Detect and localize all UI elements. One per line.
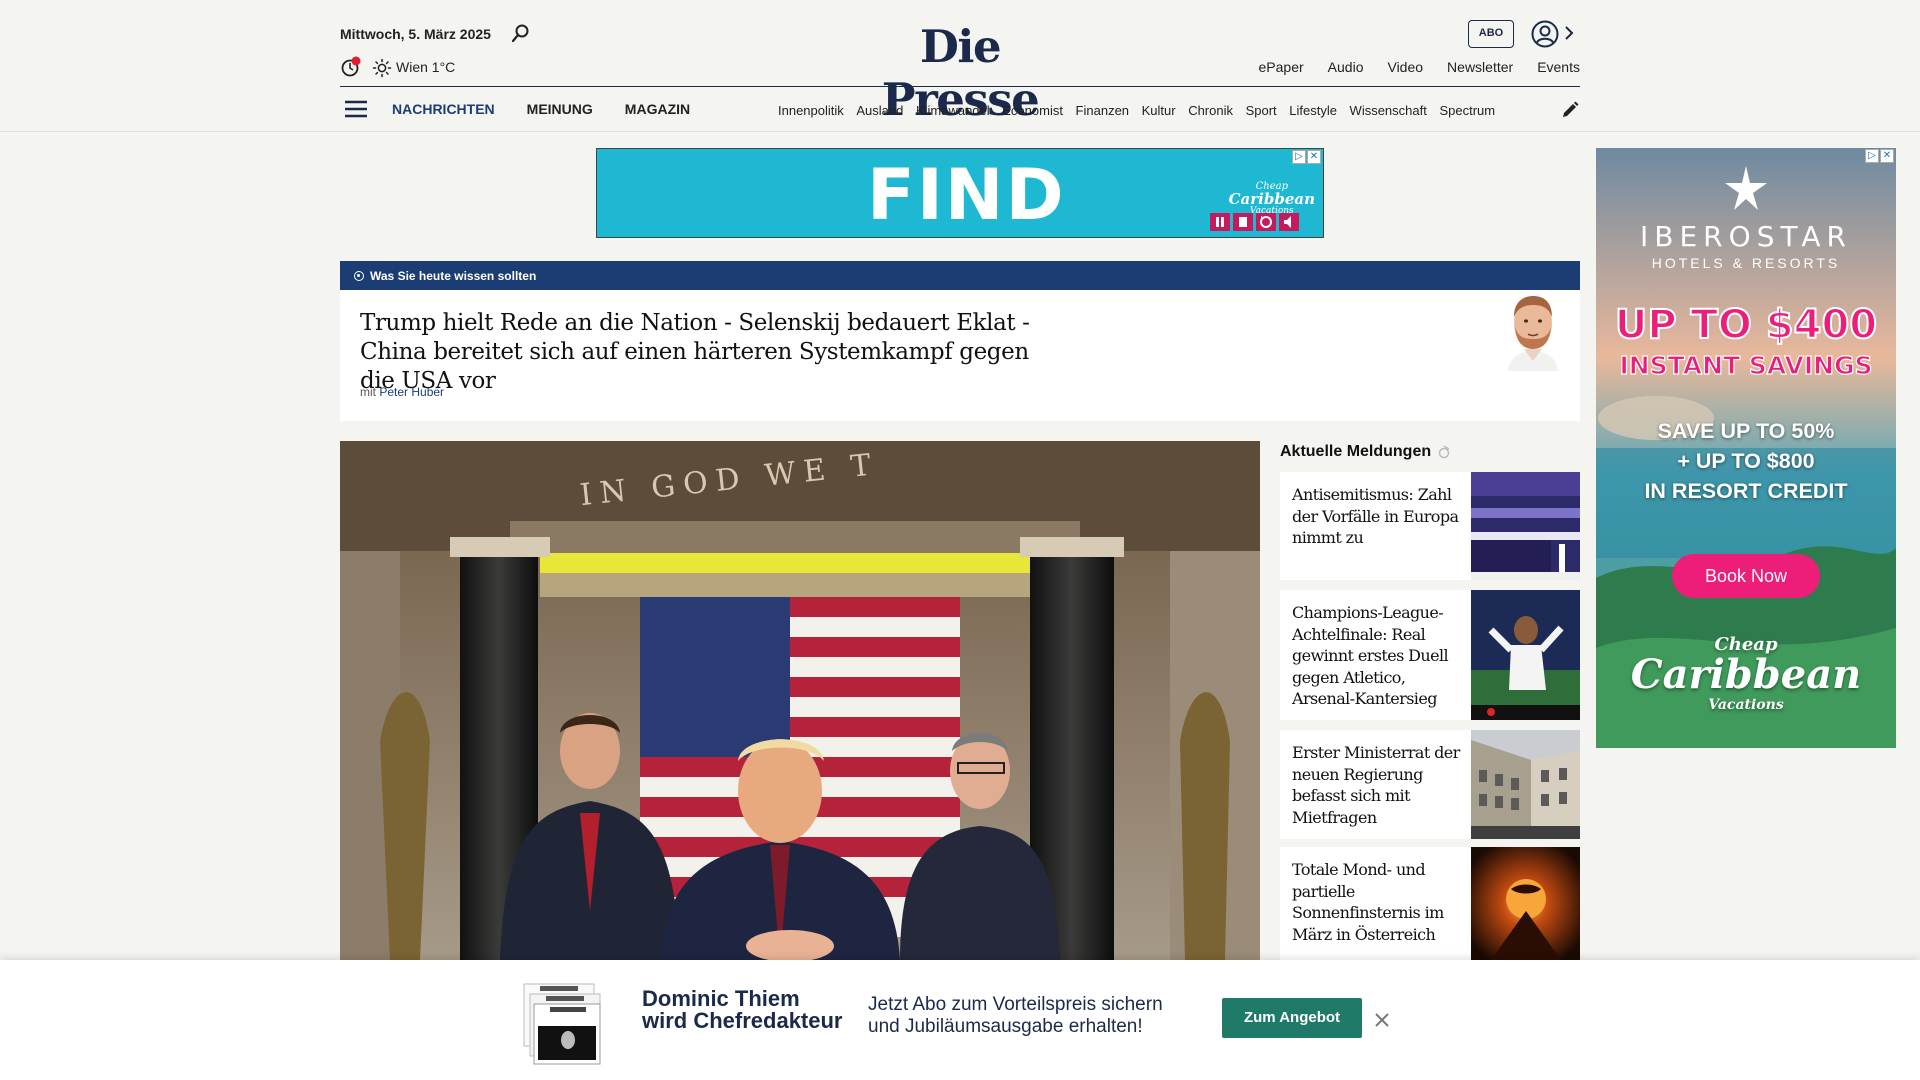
promo-headline: Dominic Thiem wird Chefredakteur [642, 988, 843, 1032]
ad-info-icon[interactable]: ▷ [1865, 149, 1879, 163]
ad-choices: ▷ ✕ [1292, 150, 1321, 164]
briefing-bar: Was Sie heute wissen sollten [340, 261, 1580, 290]
link-epaper[interactable]: ePaper [1259, 59, 1304, 75]
ad-close-icon[interactable]: ✕ [1307, 150, 1321, 164]
ad-offer-line3: IN RESORT CREDIT [1644, 479, 1848, 503]
ad-logo-line2: Caribbean [1630, 651, 1862, 698]
main-nav: NACHRICHTEN MEINUNG MAGAZIN [392, 101, 690, 117]
news-item[interactable]: Champions-League-Achtelfinale: Real gewi… [1280, 590, 1580, 720]
nav-chronik[interactable]: Chronik [1188, 103, 1233, 118]
chevron-right-icon[interactable] [1562, 22, 1576, 44]
author-avatar [1502, 287, 1564, 371]
site-header: Mittwoch, 5. März 2025 Wien 1°C Die Pres… [0, 0, 1920, 132]
ad-choices: ▷ ✕ [1865, 149, 1894, 163]
promo-headline-line2: wird Chefredakteur [642, 1008, 843, 1033]
ad-headline: FIND [867, 154, 1066, 236]
abo-button[interactable]: ABO [1468, 20, 1514, 48]
ad-info-icon[interactable]: ▷ [1292, 150, 1306, 164]
news-item-thumbnail [1471, 472, 1580, 580]
nav-nachrichten[interactable]: NACHRICHTEN [392, 101, 495, 117]
nav-ausland[interactable]: Ausland [856, 103, 903, 118]
ad-brand-logo: Cheap Caribbean Vacations [1229, 181, 1315, 217]
promo-headline-line1: Dominic Thiem [642, 986, 800, 1011]
stop-icon[interactable] [1233, 213, 1253, 231]
mute-icon[interactable] [1279, 213, 1299, 231]
news-item-thumbnail [1471, 590, 1580, 720]
nav-fade [1500, 98, 1540, 124]
nav-meinung[interactable]: MEINUNG [527, 101, 593, 117]
ad-brand-sub: HOTELS & RESORTS [1651, 255, 1841, 271]
current-date: Mittwoch, 5. März 2025 [340, 26, 491, 42]
nav-finanzen[interactable]: Finanzen [1076, 103, 1129, 118]
video-controls [1210, 213, 1299, 231]
ad-logo: Cheap Caribbean Vacations [1596, 630, 1896, 720]
newspaper-icon [522, 982, 602, 1066]
promo-text-line2: und Jubiläumsausgabe erhalten! [868, 1016, 1143, 1037]
nav-spectrum[interactable]: Spectrum [1439, 103, 1495, 118]
briefing-label: Was Sie heute wissen sollten [370, 268, 537, 283]
news-heading-text: Aktuelle Meldungen [1280, 443, 1432, 460]
book-now-button[interactable]: Book Now [1672, 554, 1820, 598]
promo-text: Jetzt Abo zum Vorteilspreis sichern und … [868, 994, 1163, 1038]
nav-wissenschaft[interactable]: Wissenschaft [1350, 103, 1427, 118]
link-newsletter[interactable]: Newsletter [1447, 59, 1513, 75]
ad-subheadline: INSTANT SAVINGS [1619, 350, 1873, 380]
close-icon[interactable] [1372, 1010, 1392, 1030]
ad-brand-line2: Caribbean [1228, 190, 1315, 208]
author-name[interactable]: Peter Huber [379, 385, 444, 399]
top-links: ePaper Audio Video Newsletter Events [1259, 59, 1580, 75]
news-heading: Aktuelle Meldungen [1280, 443, 1451, 461]
sun-icon [372, 58, 392, 78]
nav-lifestyle[interactable]: Lifestyle [1289, 103, 1337, 118]
briefing-headline[interactable]: Trump hielt Rede an die Nation - Selensk… [360, 309, 1060, 396]
link-events[interactable]: Events [1537, 59, 1580, 75]
nav-kultur[interactable]: Kultur [1142, 103, 1176, 118]
ad-brand: IBEROSTAR [1640, 220, 1852, 253]
news-item-thumbnail [1471, 730, 1580, 839]
history-icon[interactable] [340, 56, 362, 78]
user-account-icon[interactable] [1530, 19, 1560, 49]
briefing-author: mit Peter Huber [360, 385, 444, 399]
pencil-icon[interactable] [1560, 100, 1580, 120]
menu-icon[interactable] [343, 98, 369, 120]
news-item-title[interactable]: Champions-League-Achtelfinale: Real gewi… [1292, 602, 1462, 710]
weather-text[interactable]: Wien 1°C [396, 59, 455, 75]
ad-offer-line1: SAVE UP TO 50% [1657, 419, 1835, 443]
header-divider [340, 86, 1580, 87]
news-item-thumbnail [1471, 847, 1580, 960]
ad-offer: SAVE UP TO 50% + UP TO $800 IN RESORT CR… [1596, 416, 1896, 506]
replay-icon[interactable] [1256, 213, 1276, 231]
nav-economist[interactable]: Economist [1002, 103, 1063, 118]
author-prefix: mit [360, 385, 376, 399]
nav-innenpolitik[interactable]: Innenpolitik [778, 103, 844, 118]
hero-image[interactable]: IN GOD WE T [340, 441, 1260, 960]
news-item-title[interactable]: Totale Mond- und partielle Sonnenfinster… [1292, 859, 1462, 945]
subscription-banner: Dominic Thiem wird Chefredakteur Jetzt A… [0, 960, 1920, 1080]
offer-button[interactable]: Zum Angebot [1222, 998, 1362, 1038]
daily-briefing[interactable]: Was Sie heute wissen sollten Trump hielt… [340, 261, 1580, 421]
link-video[interactable]: Video [1387, 59, 1423, 75]
news-item-title[interactable]: Antisemitismus: Zahl der Vorfälle in Eur… [1292, 484, 1462, 549]
news-item[interactable]: Antisemitismus: Zahl der Vorfälle in Eur… [1280, 472, 1580, 580]
ad-banner-top[interactable]: FIND Cheap Caribbean Vacations ▷ ✕ [596, 148, 1324, 238]
section-nav: Innenpolitik Ausland Klimawandel Economi… [778, 103, 1540, 118]
news-item-title[interactable]: Erster Ministerrat der neuen Regierung b… [1292, 742, 1462, 828]
nav-klimawandel[interactable]: Klimawandel [916, 103, 990, 118]
ad-close-icon[interactable]: ✕ [1880, 149, 1894, 163]
promo-text-line1: Jetzt Abo zum Vorteilspreis sichern [868, 994, 1163, 1015]
ad-banner-side[interactable]: IBEROSTAR HOTELS & RESORTS UP TO $400 IN… [1596, 148, 1896, 748]
link-audio[interactable]: Audio [1328, 59, 1364, 75]
nav-magazin[interactable]: MAGAZIN [625, 101, 690, 117]
pause-icon[interactable] [1210, 213, 1230, 231]
live-dot-icon [354, 270, 364, 281]
ad-headline: UP TO $400 [1614, 301, 1878, 349]
ad-offer-line2: + UP TO $800 [1677, 449, 1815, 473]
news-item[interactable]: Totale Mond- und partielle Sonnenfinster… [1280, 847, 1580, 960]
refresh-icon [1437, 445, 1451, 459]
search-icon[interactable] [510, 22, 532, 44]
nav-sport[interactable]: Sport [1246, 103, 1277, 118]
news-item[interactable]: Erster Ministerrat der neuen Regierung b… [1280, 730, 1580, 839]
iberostar-star-icon [1721, 164, 1771, 214]
